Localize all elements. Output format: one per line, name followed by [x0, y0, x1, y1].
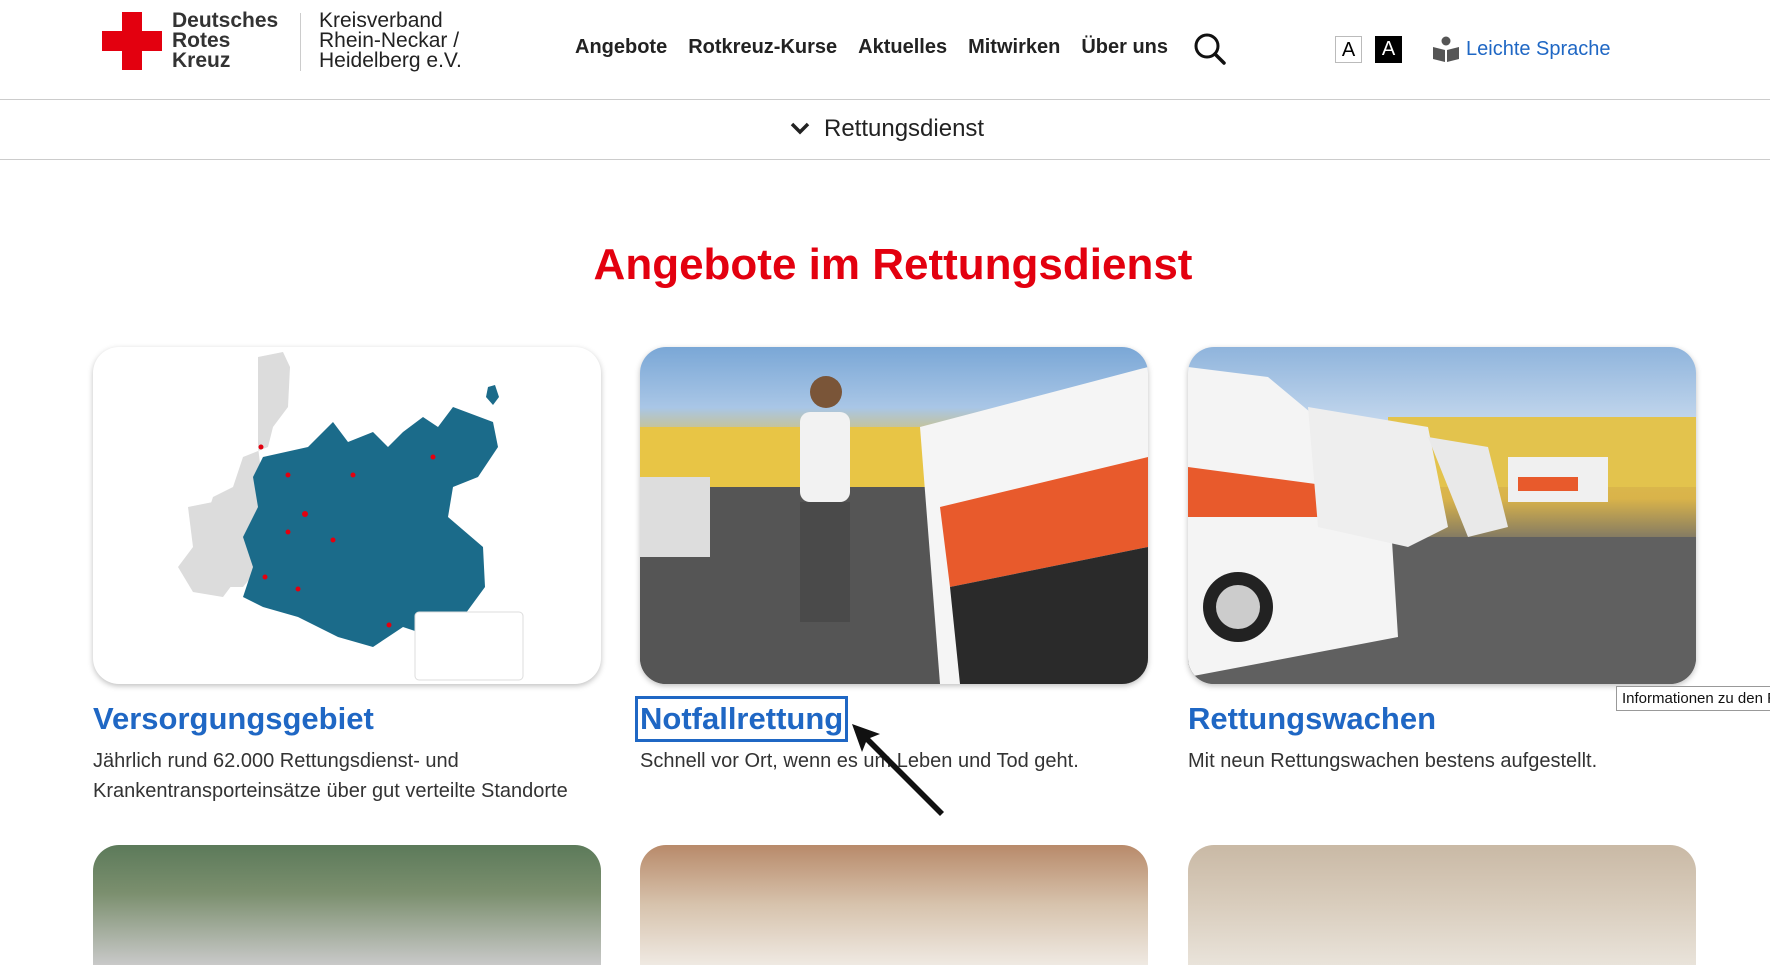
mouse-pointer-icon: [852, 724, 944, 816]
ambulance-station-graphic: [1188, 367, 1696, 684]
ambulance-station-photo[interactable]: [1188, 347, 1696, 684]
nav-ueber-uns[interactable]: Über uns: [1081, 36, 1168, 59]
card-image-row2-col2[interactable]: [640, 845, 1148, 965]
nav-aktuelles[interactable]: Aktuelles: [858, 36, 947, 59]
section-subnav: Rettungsdienst: [0, 99, 1770, 160]
nav-angebote[interactable]: Angebote: [575, 36, 667, 59]
card-text-versorgungsgebiet: Jährlich rund 62.000 Rettungsdienst- und…: [93, 750, 568, 802]
coverage-map-graphic: [178, 352, 524, 681]
card-title-notfallrettung[interactable]: Notfallrettung: [634, 696, 849, 742]
nav-mitwirken[interactable]: Mitwirken: [968, 36, 1060, 59]
site-header: Deutsches Rotes Kreuz Kreisverband Rhein…: [0, 0, 1770, 100]
card-title-rettungswachen[interactable]: Rettungswachen: [1188, 701, 1436, 737]
subnav-toggle[interactable]: Rettungsdienst: [790, 115, 984, 143]
red-cross-logo-icon[interactable]: [102, 12, 162, 70]
paramedic-photo-graphic: [640, 367, 1148, 684]
font-size-normal-button[interactable]: A: [1335, 36, 1362, 63]
high-contrast-button[interactable]: A: [1375, 36, 1402, 63]
page-title: Angebote im Rettungsdienst: [593, 240, 1193, 289]
paramedic-photo[interactable]: [640, 347, 1148, 684]
chevron-down-icon: [790, 122, 810, 135]
brand-name[interactable]: Deutsches Rotes Kreuz: [172, 10, 278, 71]
subnav-label: Rettungsdienst: [824, 115, 985, 142]
reader-icon: [1433, 36, 1459, 62]
main-nav: Angebote Rotkreuz-Kurse Aktuelles Mitwir…: [575, 36, 1168, 59]
tooltip: Informationen zu den R: [1616, 686, 1770, 711]
org-name[interactable]: Kreisverband Rhein-Neckar / Heidelberg e…: [319, 10, 462, 71]
card-image-row2-col1[interactable]: [93, 845, 601, 965]
search-icon[interactable]: [1193, 32, 1227, 66]
coverage-map-image[interactable]: [93, 347, 601, 684]
card-image-row2-col3[interactable]: [1188, 845, 1696, 965]
easy-language-link[interactable]: Leichte Sprache: [1432, 36, 1611, 62]
card-title-versorgungsgebiet[interactable]: Versorgungsgebiet: [93, 701, 374, 737]
card-text-rettungswachen: Mit neun Rettungswachen bestens aufgeste…: [1188, 750, 1598, 772]
brand-divider: [300, 13, 301, 71]
nav-rotkreuz-kurse[interactable]: Rotkreuz-Kurse: [688, 36, 837, 59]
